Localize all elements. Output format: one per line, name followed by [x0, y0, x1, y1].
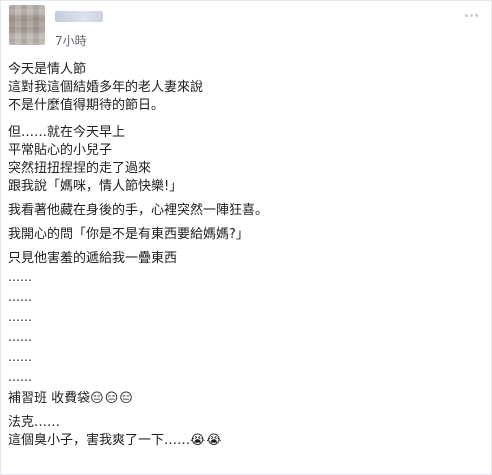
text-line: 平常貼心的小兒子 [8, 143, 113, 158]
ellipsis-line: …… [8, 310, 32, 324]
ellipsis-line: …… [8, 330, 32, 344]
more-options-icon[interactable] [463, 11, 479, 19]
ellipsis-line: …… [8, 370, 32, 384]
paragraph-3: 我看著他藏在身後的手，心裡突然一陣狂喜。 [8, 203, 269, 218]
paragraph-7: 法克…… 這個臭小子，害我爽了一下……😭😭 [8, 414, 478, 450]
author-name-blurred[interactable] [55, 11, 103, 22]
paragraph-6: 補習班 收費袋😑😑😑 [8, 390, 478, 408]
text-line: 但……就在今天早上 [8, 125, 126, 140]
ellipsis-line: …… [8, 290, 32, 304]
paragraph-1: 今天是情人節 這對我這個結婚多年的老人妻來說 不是什麼值得期待的節日。 [8, 61, 478, 115]
text-line: 法克…… [8, 415, 61, 430]
post-timestamp[interactable]: 7小時 [55, 32, 87, 49]
paragraph-4: 我開心的問「你是不是有東西要給媽媽?」 [8, 227, 249, 242]
crying-face-icon: 😭😭 [190, 433, 223, 448]
avatar[interactable] [9, 5, 45, 45]
post-card: 7小時 今天是情人節 這對我這個結婚多年的老人妻來說 不是什麼值得期待的節日。 … [0, 0, 492, 475]
expressionless-face-icon: 😑😑😑 [90, 391, 134, 406]
text: 這個臭小子，害我爽了一下…… [8, 433, 191, 448]
text-line: 突然扭扭捏捏的走了過來 [8, 161, 152, 176]
text-line: 這個臭小子，害我爽了一下……😭😭 [8, 432, 478, 450]
paragraph-2: 但……就在今天早上 平常貼心的小兒子 突然扭扭捏捏的走了過來 跟我說「媽咪，情人… [8, 124, 478, 196]
text: 補習班 收費袋 [8, 391, 91, 406]
ellipsis-line: …… [8, 270, 32, 284]
text-line: 跟我說「媽咪，情人節快樂!」 [8, 179, 183, 194]
text-line: 今天是情人節 [8, 62, 87, 77]
text-line: 不是什麼值得期待的節日。 [8, 98, 165, 113]
post-body: 今天是情人節 這對我這個結婚多年的老人妻來說 不是什麼值得期待的節日。 但……就… [8, 61, 478, 450]
text-line: 這對我這個結婚多年的老人妻來說 [8, 80, 204, 95]
ellipsis-line: …… [8, 350, 32, 364]
paragraph-5: 只見他害羞的遞給我一疊東西 [8, 251, 178, 266]
